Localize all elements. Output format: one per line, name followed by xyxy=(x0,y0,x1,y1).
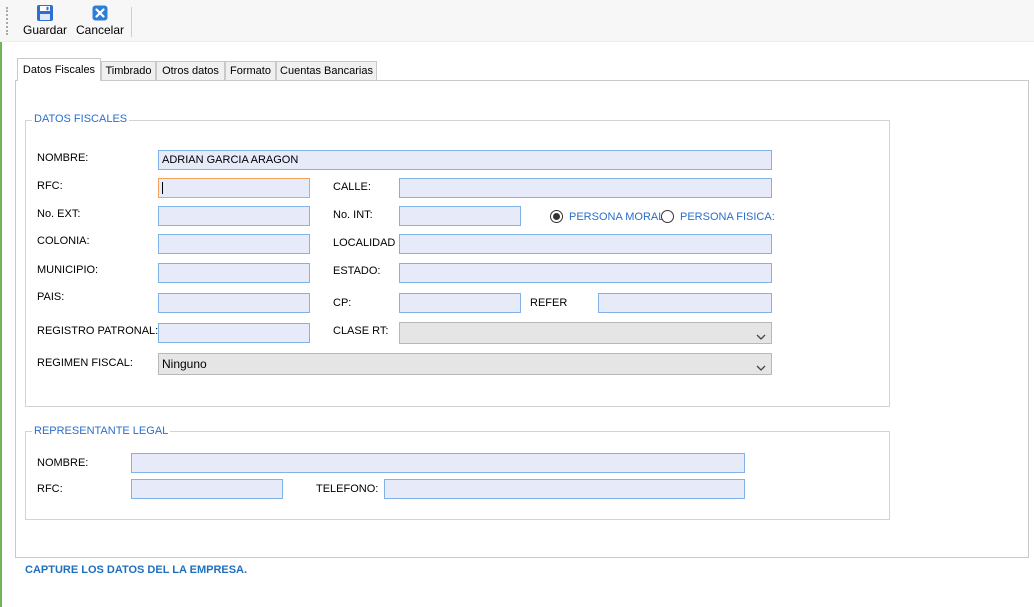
registro-patronal-label: REGISTRO PATRONAL: xyxy=(37,325,159,337)
chevron-down-icon xyxy=(756,328,766,348)
tab-timbrado[interactable]: Timbrado xyxy=(101,61,156,80)
telefono-field[interactable] xyxy=(384,479,745,499)
datos-fiscales-legend: DATOS FISCALES xyxy=(32,113,130,125)
telefono-label: TELEFONO: xyxy=(316,483,379,495)
toolbar-grip[interactable] xyxy=(6,7,8,35)
registro-patronal-field[interactable] xyxy=(158,323,310,343)
cp-field[interactable] xyxy=(399,293,521,313)
rep-nombre-label: NOMBRE: xyxy=(37,457,89,469)
refer-label: REFER xyxy=(530,297,568,309)
tab-otros-datos[interactable]: Otros datos xyxy=(156,61,225,80)
persona-fisica-label[interactable]: PERSONA FISICA: xyxy=(680,211,775,224)
toolbar-separator xyxy=(131,7,132,37)
nombre-label: NOMBRE: xyxy=(37,152,89,164)
chevron-down-icon xyxy=(756,359,766,379)
save-button[interactable]: Guardar xyxy=(20,4,70,38)
calle-field[interactable] xyxy=(399,178,772,198)
estado-field[interactable] xyxy=(399,263,772,283)
no-int-label: No. INT: xyxy=(333,209,373,221)
cancel-button-label: Cancelar xyxy=(75,23,125,37)
representante-legal-legend: REPRESENTANTE LEGAL xyxy=(32,425,171,437)
localidad-field[interactable] xyxy=(399,234,772,254)
persona-fisica-radio[interactable] xyxy=(661,210,674,223)
estado-label: ESTADO: xyxy=(333,265,381,277)
rfc-field[interactable] xyxy=(158,178,310,198)
status-message: CAPTURE LOS DATOS DEL LA EMPRESA. xyxy=(25,564,248,576)
regimen-fiscal-label: REGIMEN FISCAL: xyxy=(37,357,133,369)
clase-rt-label: CLASE RT: xyxy=(333,325,389,337)
no-ext-field[interactable] xyxy=(158,206,310,226)
nombre-field[interactable]: ADRIAN GARCIA ARAGON xyxy=(158,150,772,170)
regimen-fiscal-select[interactable]: Ninguno xyxy=(158,353,772,375)
tab-datos-fiscales[interactable]: Datos Fiscales xyxy=(17,58,101,81)
rep-rfc-label: RFC: xyxy=(37,483,63,495)
tab-formato[interactable]: Formato xyxy=(225,61,276,80)
persona-moral-radio[interactable] xyxy=(550,210,563,223)
floppy-disk-icon xyxy=(20,4,70,22)
no-ext-label: No. EXT: xyxy=(37,208,81,220)
rfc-label: RFC: xyxy=(37,180,63,192)
radio-selected-dot xyxy=(553,213,560,220)
municipio-label: MUNICIPIO: xyxy=(37,264,99,276)
toolbar: Guardar Cancelar xyxy=(0,0,1034,42)
save-button-label: Guardar xyxy=(22,23,68,37)
text-caret xyxy=(162,182,163,194)
colonia-label: COLONIA: xyxy=(37,235,90,247)
localidad-label: LOCALIDAD xyxy=(333,237,396,249)
clase-rt-select[interactable] xyxy=(399,322,772,344)
pais-label: PAIS: xyxy=(37,291,65,303)
colonia-field[interactable] xyxy=(158,234,310,254)
regimen-fiscal-value: Ninguno xyxy=(162,357,207,371)
pais-field[interactable] xyxy=(158,293,310,313)
calle-label: CALLE: xyxy=(333,181,371,193)
refer-field[interactable] xyxy=(598,293,772,313)
municipio-field[interactable] xyxy=(158,263,310,283)
no-int-field[interactable] xyxy=(399,206,521,226)
persona-moral-label[interactable]: PERSONA MORAL xyxy=(569,211,664,224)
rep-nombre-field[interactable] xyxy=(131,453,745,473)
cp-label: CP: xyxy=(333,297,352,309)
rep-rfc-field[interactable] xyxy=(131,479,283,499)
close-icon xyxy=(74,4,126,22)
tab-cuentas-bancarias[interactable]: Cuentas Bancarias xyxy=(276,61,377,80)
window-edge xyxy=(0,0,2,607)
representante-legal-group xyxy=(25,431,890,520)
cancel-button[interactable]: Cancelar xyxy=(74,4,126,38)
